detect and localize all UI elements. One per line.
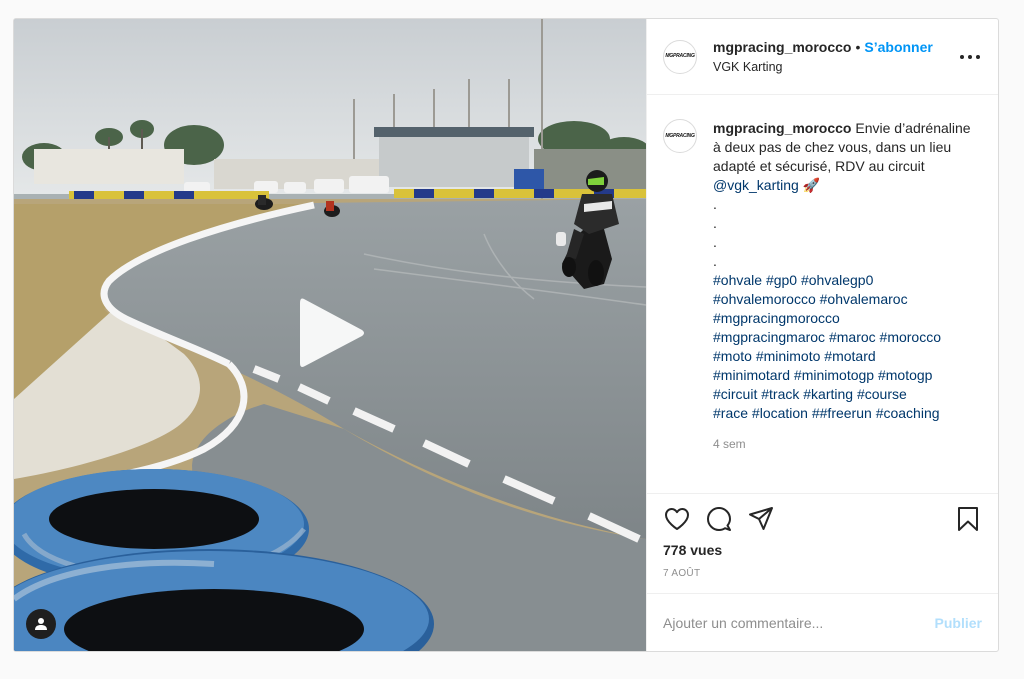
hashtag-link[interactable]: #minimotogp: [794, 367, 874, 383]
hashtag-link[interactable]: #race: [713, 405, 748, 421]
action-icons: [663, 504, 982, 534]
more-horizontal-icon: [960, 55, 964, 59]
caption-dot: .: [713, 196, 717, 212]
caption-time-ago[interactable]: 4 sem: [713, 435, 982, 454]
hashtag-link[interactable]: #ohvalegp0: [801, 272, 873, 288]
comment-button[interactable]: [705, 505, 733, 533]
post-video[interactable]: [14, 19, 646, 651]
hashtag-link[interactable]: #circuit: [713, 386, 757, 402]
hashtag-link[interactable]: #ohvalemaroc: [820, 291, 908, 307]
comment-icon: [707, 507, 731, 531]
hashtag-link[interactable]: ##freerun: [812, 405, 872, 421]
caption-dot: .: [713, 215, 717, 231]
header-texts: mgpracing_morocco • S’abonner VGK Kartin…: [713, 39, 933, 74]
play-icon: [300, 298, 364, 367]
comment-input[interactable]: [663, 614, 935, 631]
user-icon: [35, 618, 47, 630]
hashtag-link[interactable]: #mgpracingmorocco: [713, 310, 840, 326]
hashtag-link[interactable]: #gp0: [766, 272, 797, 288]
profile-avatar[interactable]: MGPRACING: [663, 39, 697, 74]
hashtag-link[interactable]: #mgpracingmaroc: [713, 329, 825, 345]
caption-dot: .: [713, 253, 717, 269]
hashtag-link[interactable]: #minimoto: [756, 348, 821, 364]
tagged-users-button[interactable]: [26, 609, 56, 639]
more-dot: [976, 55, 980, 59]
hashtag-link[interactable]: #course: [857, 386, 907, 402]
hashtag-link[interactable]: #motogp: [878, 367, 932, 383]
publish-button[interactable]: Publier: [935, 615, 982, 631]
heart-icon: [665, 508, 689, 530]
caption: mgpracing_morocco Envie d’adrénaline à d…: [713, 119, 982, 493]
like-button[interactable]: [663, 505, 691, 533]
post-side-panel: MGPRACING mgpracing_morocco • S’abonner …: [646, 19, 998, 651]
brand-logo: MGPRACING: [665, 132, 695, 139]
play-button[interactable]: [298, 295, 368, 371]
hashtag-link[interactable]: #minimotard: [713, 367, 790, 383]
caption-username[interactable]: mgpracing_morocco: [713, 120, 851, 136]
mention-link[interactable]: @vgk_karting: [713, 177, 799, 193]
post-date[interactable]: 7 AOÛT: [663, 568, 982, 579]
brand-logo: MGPRACING: [665, 53, 695, 59]
send-icon: [749, 507, 773, 530]
header-row: mgpracing_morocco • S’abonner: [713, 39, 933, 55]
post-actions: 778 vues 7 AOÛT: [647, 493, 998, 593]
bookmark-icon: [958, 507, 978, 531]
post-header: MGPRACING mgpracing_morocco • S’abonner …: [647, 19, 998, 95]
comments-area: MGPRACING mgpracing_morocco Envie d’adré…: [647, 95, 998, 493]
hashtag-link[interactable]: #moto: [713, 348, 752, 364]
instagram-post: MGPRACING mgpracing_morocco • S’abonner …: [13, 18, 999, 652]
comment-form: Publier: [647, 593, 998, 651]
save-button[interactable]: [954, 505, 982, 533]
header-separator: •: [855, 39, 861, 55]
hashtag-link[interactable]: #coaching: [876, 405, 940, 421]
hashtag-link[interactable]: #track: [761, 386, 799, 402]
more-options-button[interactable]: [960, 47, 980, 67]
view-count[interactable]: 778 vues: [663, 542, 982, 558]
rocket-emoji: 🚀: [802, 177, 821, 193]
hashtag-link[interactable]: #morocco: [880, 329, 941, 345]
header-username[interactable]: mgpracing_morocco: [713, 39, 851, 55]
follow-button[interactable]: S’abonner: [864, 39, 932, 55]
share-button[interactable]: [747, 505, 775, 533]
hashtag-link[interactable]: #ohvale: [713, 272, 762, 288]
hashtag-link[interactable]: #motard: [824, 348, 875, 364]
hashtag-link[interactable]: #location: [752, 405, 808, 421]
location-link[interactable]: VGK Karting: [713, 60, 933, 74]
hashtag-link[interactable]: #karting: [803, 386, 853, 402]
hashtag-link[interactable]: #maroc: [829, 329, 876, 345]
hashtag-link[interactable]: #ohvalemorocco: [713, 291, 816, 307]
more-dot: [968, 55, 972, 59]
caption-avatar[interactable]: MGPRACING: [663, 119, 697, 153]
caption-dot: .: [713, 234, 717, 250]
